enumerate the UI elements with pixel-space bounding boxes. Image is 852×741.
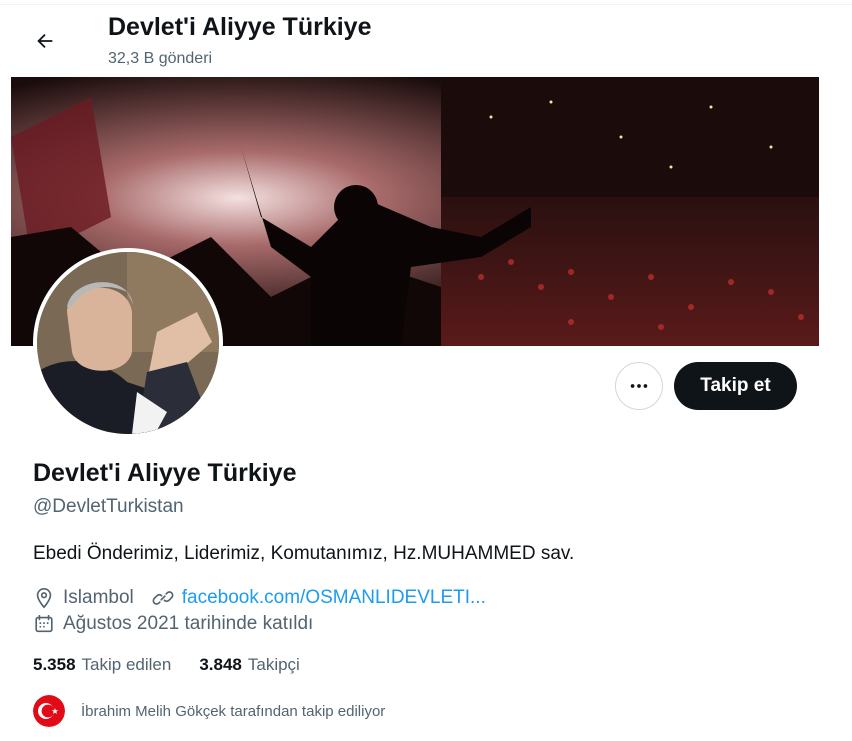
followed-by-avatar	[33, 695, 65, 727]
follow-button[interactable]: Takip et	[674, 362, 797, 410]
arrow-left-icon	[34, 30, 56, 52]
profile-header: Devlet'i Aliyye Türkiye 32,3 B gönderi	[0, 0, 852, 76]
profile-location: Islambol	[63, 587, 134, 608]
back-button[interactable]	[26, 22, 64, 60]
followers-count: 3.848	[199, 655, 242, 674]
following-count: 5.358	[33, 655, 76, 674]
location-pin-icon	[33, 587, 55, 609]
followed-by-row[interactable]: İbrahim Melih Gökçek tarafından takip ed…	[33, 695, 385, 727]
post-count: 32,3 B gönderi	[108, 50, 213, 67]
profile-avatar[interactable]	[33, 248, 223, 438]
followed-by-text: İbrahim Melih Gökçek tarafından takip ed…	[81, 702, 386, 720]
more-horizontal-icon	[628, 375, 650, 397]
following-stat[interactable]: 5.358 Takip edilen	[33, 655, 171, 675]
calendar-icon	[33, 613, 55, 635]
profile-handle: @DevletTurkistan	[33, 496, 184, 517]
link-icon	[152, 587, 174, 609]
following-label: Takip edilen	[81, 655, 172, 674]
profile-website-link[interactable]: facebook.com/OSMANLIDEVLETI...	[182, 587, 486, 609]
more-options-button[interactable]	[615, 362, 663, 410]
profile-bio: Ebedi Önderimiz, Liderimiz, Komutanımız,…	[33, 543, 575, 564]
profile-joined-row: Ağustos 2021 tarihinde katıldı	[33, 613, 313, 635]
followers-label: Takipçi	[247, 655, 300, 674]
avatar-image	[37, 252, 219, 434]
profile-meta-row: Islambol facebook.com/OSMANLIDEVLETI...	[33, 587, 486, 609]
header-title: Devlet'i Aliyye Türkiye	[108, 13, 372, 41]
profile-joined-date: Ağustos 2021 tarihinde katıldı	[63, 613, 314, 634]
followers-stat[interactable]: 3.848 Takipçi	[199, 655, 300, 675]
profile-stats: 5.358 Takip edilen 3.848 Takipçi	[33, 655, 328, 675]
profile-name: Devlet'i Aliyye Türkiye	[33, 459, 297, 487]
